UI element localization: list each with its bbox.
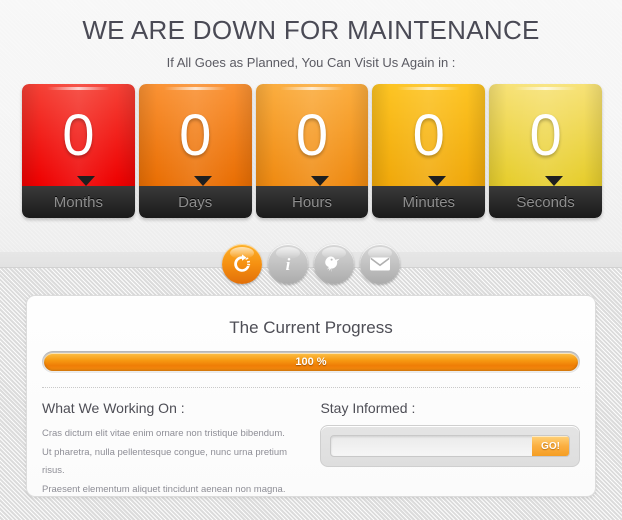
countdown-unit-label: Months (22, 186, 135, 218)
envelope-icon (368, 255, 392, 273)
info-button[interactable]: i (268, 244, 308, 284)
countdown-unit-label: Minutes (372, 186, 486, 218)
countdown-unit-seconds: 0 Seconds (489, 84, 602, 218)
countdown-unit-label: Seconds (489, 186, 602, 218)
progress-panel: The Current Progress 100 % What We Worki… (26, 295, 596, 497)
countdown-unit-days: 0 Days (138, 84, 252, 218)
subscribe-field-group[interactable]: GO! (330, 435, 570, 457)
subscribe-form: GO! (320, 425, 580, 467)
countdown-unit-notch (310, 176, 329, 186)
countdown-unit-value: 0 (412, 102, 445, 168)
subscribe-heading: Stay Informed : (320, 400, 416, 416)
subscribe-column: Stay Informed : GO! (320, 400, 580, 499)
working-on-column: What We Working On : Cras dictum elit vi… (42, 400, 320, 499)
progress-bar-track: 100 % (42, 351, 580, 373)
panel-columns: What We Working On : Cras dictum elit vi… (27, 388, 595, 499)
countdown-timer: 0 Months 0 Days 0 Hours 0 Minutes 0 Seconds (22, 84, 602, 218)
info-icon: i (278, 254, 298, 274)
countdown-unit-value: 0 (529, 102, 562, 168)
bird-icon (322, 253, 346, 275)
page-header: WE ARE DOWN FOR MAINTENANCE If All Goes … (0, 0, 622, 70)
page-title: WE ARE DOWN FOR MAINTENANCE (82, 15, 540, 45)
countdown-unit-minutes: 0 Minutes (372, 84, 486, 218)
countdown-unit-label: Days (138, 186, 252, 218)
countdown-unit-notch (77, 176, 96, 186)
countdown-unit-hours: 0 Hours (255, 84, 369, 218)
working-on-line: Cras dictum elit vitae enim ornare non t… (42, 428, 285, 439)
working-on-line: Praesent elementum aliquet tincidunt aen… (42, 483, 286, 495)
countdown-unit-notch (427, 176, 446, 186)
refresh-icon (231, 253, 253, 275)
subscribe-go-button[interactable]: GO! (532, 436, 569, 456)
progress-panel-title: The Current Progress (229, 318, 393, 337)
countdown-unit-value: 0 (295, 102, 329, 168)
email-input[interactable] (331, 436, 532, 456)
countdown-unit-months: 0 Months (22, 84, 135, 218)
working-on-heading: What We Working On : (42, 400, 185, 416)
page-subtitle: If All Goes as Planned, You Can Visit Us… (166, 55, 456, 70)
svg-text:i: i (286, 255, 291, 274)
envelope-button[interactable] (360, 244, 400, 284)
countdown-unit-notch (194, 176, 213, 186)
countdown-unit-value: 0 (62, 102, 95, 168)
working-on-text: Cras dictum elit vitae enim ornare non t… (42, 425, 310, 499)
working-on-line: Ut pharetra, nulla pellentesque congue, … (42, 446, 288, 477)
refresh-button[interactable] (222, 244, 262, 284)
countdown-unit-value: 0 (179, 102, 212, 168)
progress-bar-fill: 100 % (44, 353, 578, 371)
social-links: i (0, 244, 622, 284)
bird-button[interactable] (314, 244, 354, 284)
countdown-unit-notch (544, 176, 563, 186)
countdown-unit-label: Hours (255, 186, 369, 218)
